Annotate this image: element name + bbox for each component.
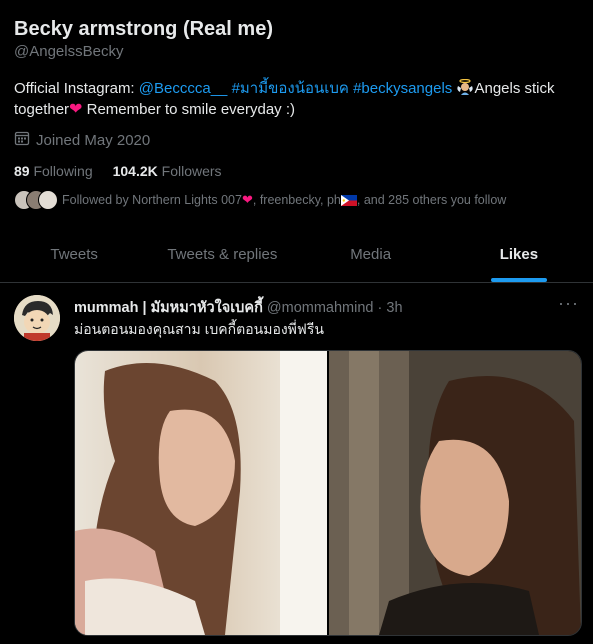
followers-label: Followers <box>161 163 222 179</box>
followed-by-mid: , freenbecky, ph <box>252 193 341 207</box>
tweet-avatar[interactable] <box>14 295 60 341</box>
tab-tweets[interactable]: Tweets <box>0 235 148 282</box>
profile-name: Becky armstrong (Real me) <box>14 18 273 40</box>
followed-by-suffix: , and 285 others you follow <box>356 193 507 207</box>
bio-prefix: Official Instagram: <box>14 80 139 97</box>
tweet-header: mummah | มัมหมาหัวใจเบคกี้ @mommahmind ·… <box>74 296 403 319</box>
tweet[interactable]: mummah | มัมหมาหัวใจเบคกี้ @mommahmind ·… <box>0 283 593 644</box>
tweet-media[interactable] <box>74 350 582 636</box>
followers-count: 104.2K <box>112 163 158 179</box>
following-label: Following <box>33 163 93 179</box>
tab-media[interactable]: Media <box>297 235 445 282</box>
tweet-photo[interactable] <box>329 351 581 635</box>
heart-emoji-icon: ❤ <box>241 192 253 207</box>
tweet-time[interactable]: 3h <box>386 300 402 316</box>
bio-instagram-link[interactable]: @Becccca__ <box>139 80 228 97</box>
calendar-icon <box>14 130 30 150</box>
tab-likes[interactable]: Likes <box>445 235 593 282</box>
following-link[interactable]: 89 Following <box>14 163 93 179</box>
joined-label: Joined May 2020 <box>36 131 151 149</box>
tweet-handle[interactable]: @mommahmind <box>267 300 374 316</box>
follow-stats: 89 Following 104.2K Followers <box>14 163 222 179</box>
followed-by-prefix: Followed by Northern Lights 007 <box>62 193 242 207</box>
philippines-flag-icon <box>340 194 357 206</box>
bio-end: Remember to smile everyday :) <box>82 101 296 118</box>
heart-emoji-icon: ❤ <box>69 101 83 118</box>
bio-hashtag-link-2[interactable]: #beckysangels <box>353 80 452 97</box>
more-icon[interactable]: ··· <box>558 293 579 314</box>
tweet-text: ม่อนตอนมองคุณสาม เบคกี้ตอนมองพี่ฟรีน <box>74 321 324 337</box>
following-count: 89 <box>14 163 30 179</box>
bio-hashtag-link[interactable]: #มามี้ของน้อนเบค <box>232 80 349 97</box>
tweet-separator: · <box>377 300 383 316</box>
profile-tabs: Tweets Tweets & replies Media Likes <box>0 235 593 283</box>
follower-avatar <box>38 190 58 210</box>
tweet-display-name[interactable]: mummah | มัมหมาหัวใจเบคกี้ <box>74 300 263 316</box>
profile-bio: Official Instagram: @Becccca__ #มามี้ของ… <box>14 78 574 120</box>
followed-by[interactable]: Followed by Northern Lights 007 ❤, freenb… <box>14 190 506 210</box>
joined-date: Joined May 2020 <box>14 130 150 150</box>
angel-emoji-icon <box>456 78 474 95</box>
follower-avatars <box>14 190 58 210</box>
profile-handle: @AngelssBecky <box>14 43 124 60</box>
tweet-photo[interactable] <box>75 351 327 635</box>
followers-link[interactable]: 104.2K Followers <box>113 163 222 179</box>
tab-tweets-replies[interactable]: Tweets & replies <box>148 235 296 282</box>
